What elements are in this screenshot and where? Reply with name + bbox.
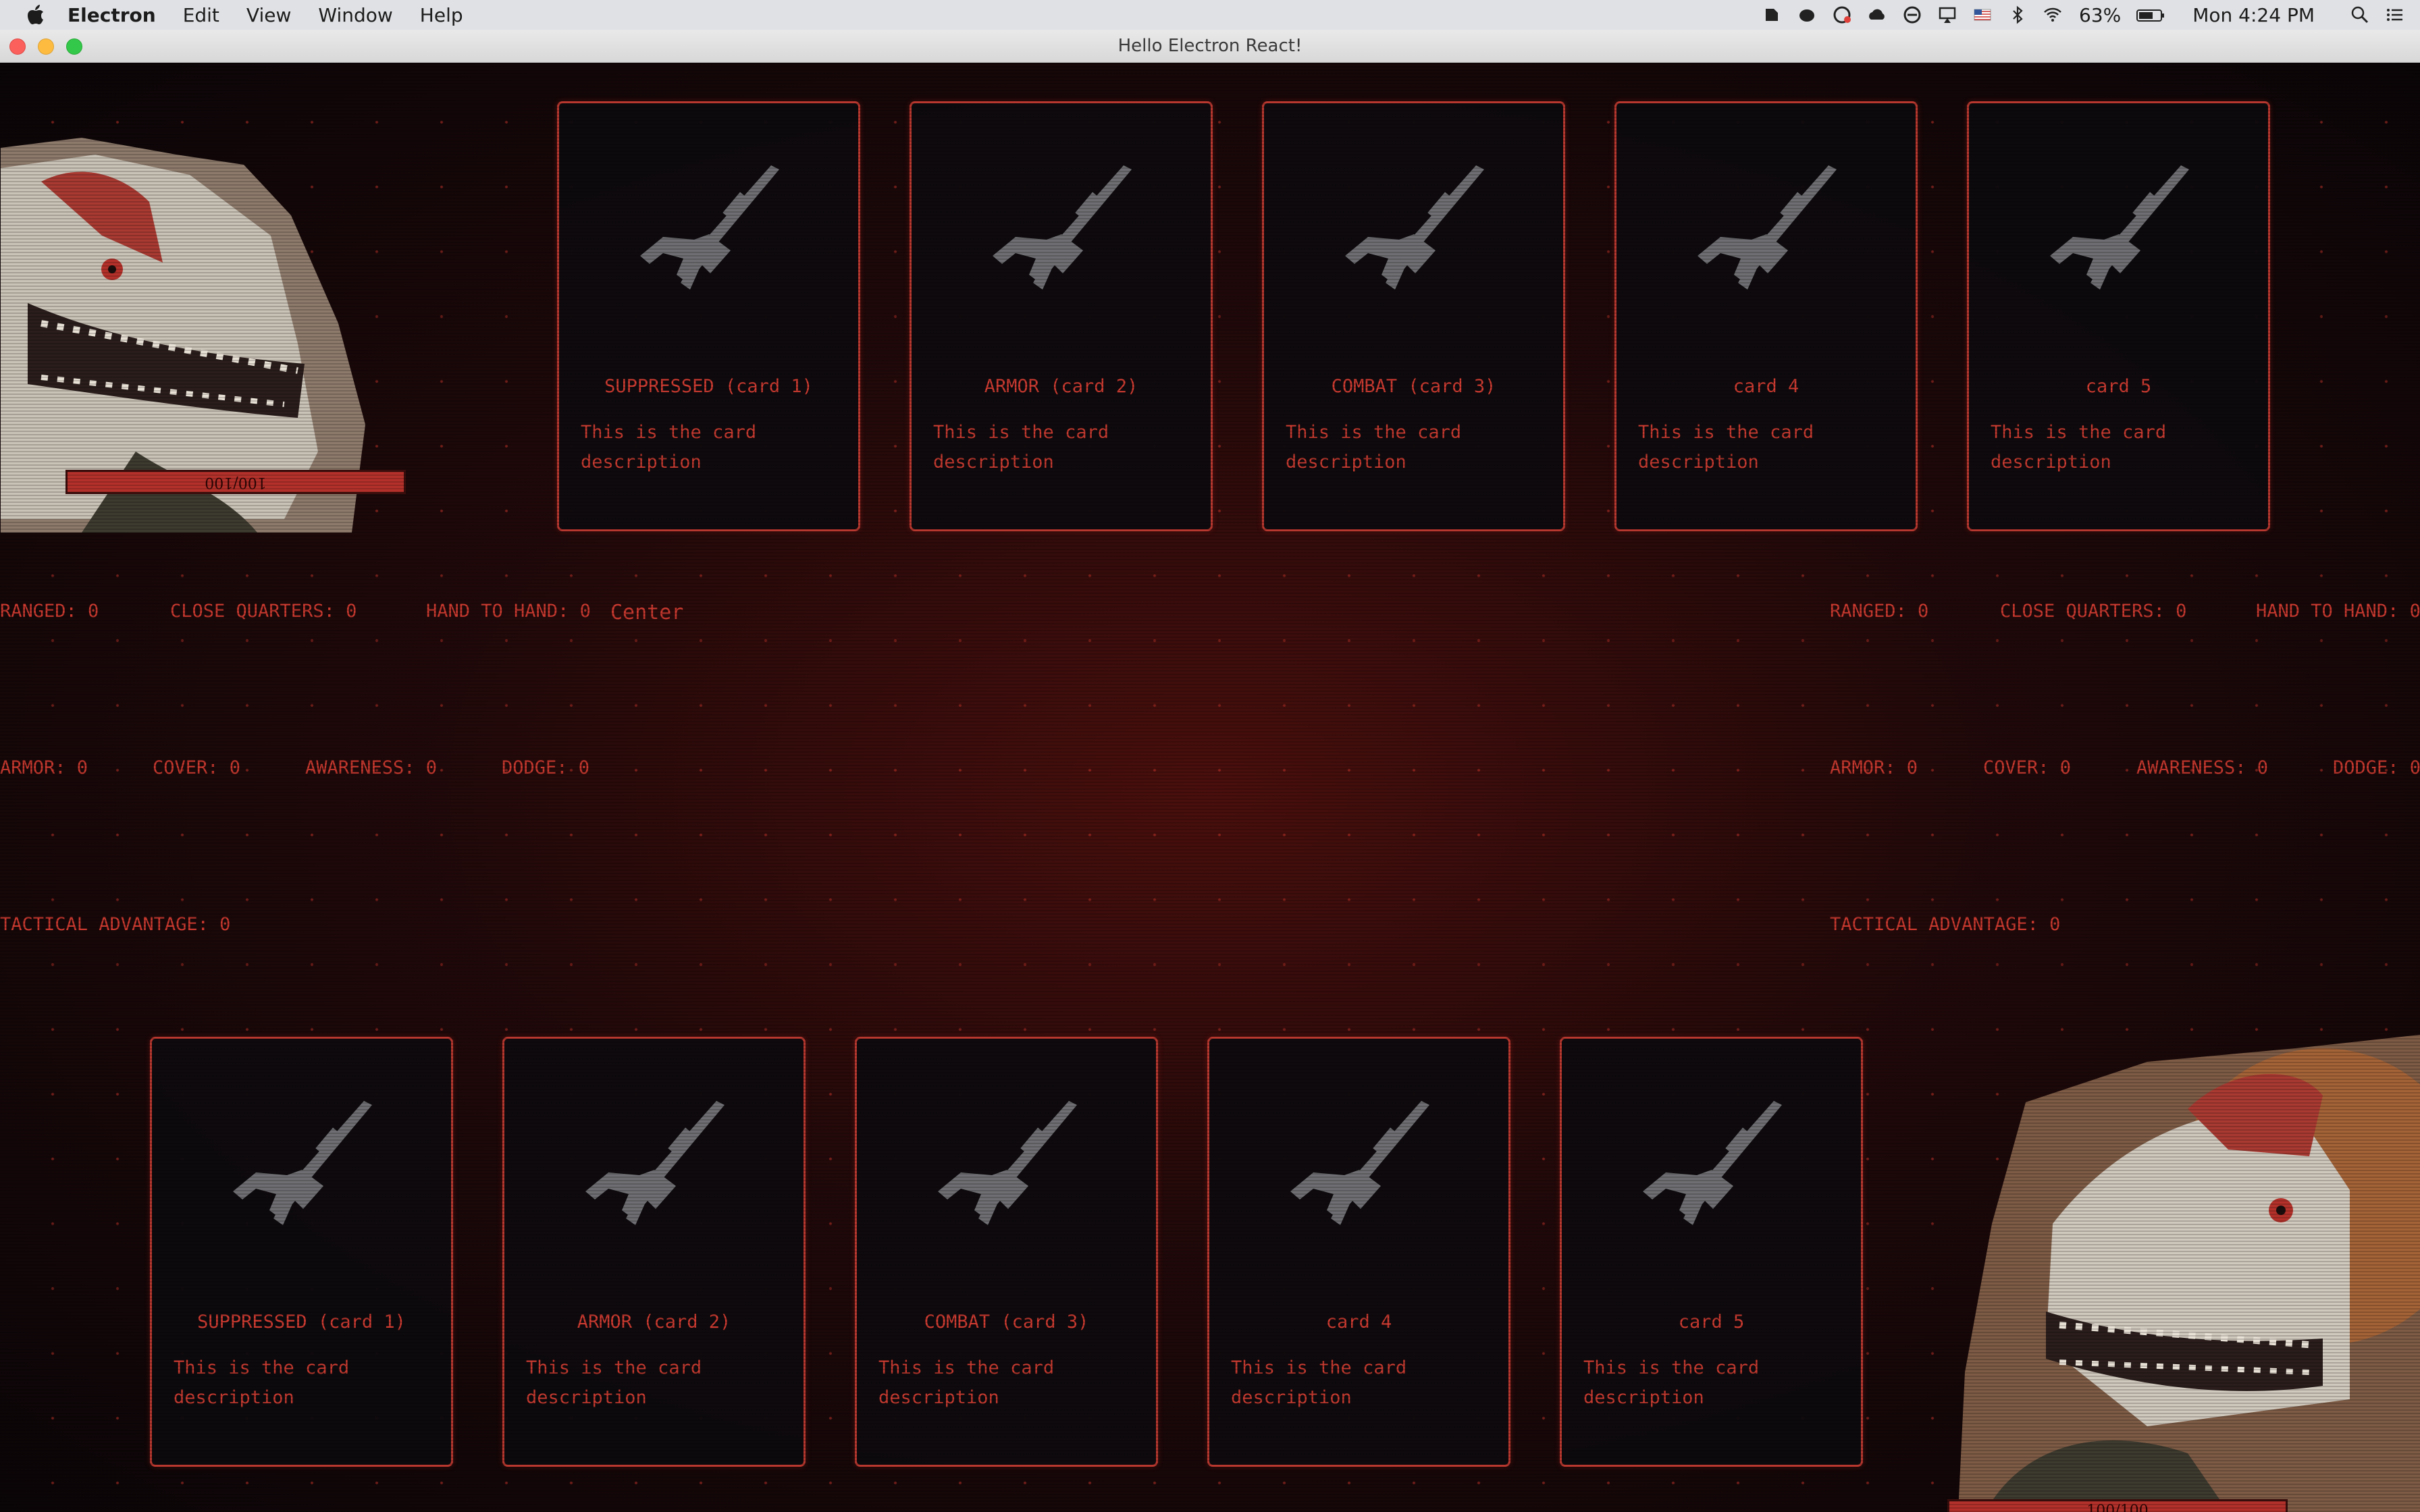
menu-app-electron[interactable]: Electron (68, 4, 156, 26)
player-stat-ranged: RANGED: 0 (0, 601, 99, 622)
player-card-1[interactable]: SUPPRESSED (card 1) This is the card des… (557, 101, 860, 531)
enemy-card-1[interactable]: SUPPRESSED (card 1) This is the card des… (150, 1037, 453, 1467)
card-title: SUPPRESSED (card 1) (197, 1312, 406, 1332)
dinosaur-soldier-portrait-icon (1, 138, 365, 533)
card-description: This is the card description (581, 422, 757, 473)
menu-window[interactable]: Window (318, 4, 392, 26)
card-title: COMBAT (card 3) (1331, 376, 1496, 397)
rifle-icon (993, 165, 1132, 290)
player-card-3[interactable]: COMBAT (card 3) This is the card descrip… (1262, 101, 1565, 531)
dinosaur-soldier-portrait-icon (1958, 1035, 2420, 1512)
battery-percent: 63% (2079, 3, 2122, 26)
rifle-icon (1698, 165, 1837, 290)
rifle-icon (2050, 165, 2189, 290)
card-description: This is the card description (878, 1357, 1055, 1408)
player-stat-awareness: AWARENESS: 0 (305, 757, 438, 778)
rifle-icon (1290, 1101, 1429, 1225)
elephant-icon[interactable] (1797, 5, 1817, 25)
apple-icon[interactable] (27, 5, 45, 25)
evernote-icon[interactable] (1762, 5, 1782, 25)
menu-help[interactable]: Help (420, 4, 463, 26)
enemy-stat-cover: COVER: 0 (1983, 757, 2072, 778)
center-label: Center (610, 601, 684, 624)
macos-menubar: Electron Edit View Window Help 63% Mon 4… (0, 0, 2420, 30)
creative-cloud-icon[interactable] (1832, 5, 1852, 25)
card-description: This is the card description (1638, 422, 1814, 473)
player-stat-close-quarters: CLOSE QUARTERS: 0 (170, 601, 357, 622)
wifi-icon[interactable] (2043, 5, 2063, 25)
window-minimize-button[interactable] (38, 38, 54, 55)
card-title: card 5 (2085, 376, 2152, 397)
card-description: This is the card description (1286, 422, 1462, 473)
enemy-portrait (1945, 1021, 2420, 1512)
us-flag-icon[interactable] (1972, 5, 1993, 25)
do-not-disturb-icon[interactable] (1902, 5, 1922, 25)
enemy-card-2[interactable]: ARMOR (card 2) This is the card descript… (502, 1037, 806, 1467)
bluetooth-icon[interactable] (2007, 5, 2028, 25)
window-title: Hello Electron React! (1117, 36, 1303, 56)
enemy-card-3[interactable]: COMBAT (card 3) This is the card descrip… (855, 1037, 1158, 1467)
menubar-tray: 63% Mon 4:24 PM (1747, 0, 2405, 30)
window-close-button[interactable] (9, 38, 26, 55)
rifle-icon (1643, 1101, 1782, 1225)
card-title: SUPPRESSED (card 1) (604, 376, 813, 397)
player-stat-dodge: DODGE: 0 (502, 757, 590, 778)
window-titlebar: Hello Electron React! (0, 30, 2420, 63)
spotlight-search-icon[interactable] (2350, 5, 2370, 25)
enemy-card-5[interactable]: card 5 This is the card description (1560, 1037, 1863, 1467)
airplay-icon[interactable] (1937, 5, 1957, 25)
game-board: 100/100 SUPPRESSED (card 1) This is the … (0, 63, 2420, 1512)
enemy-stat-armor: ARMOR: 0 (1830, 757, 1918, 778)
player-stat-cover: COVER: 0 (153, 757, 241, 778)
enemy-stat-hand-to-hand: HAND TO HAND: 0 (2256, 601, 2420, 622)
enemy-stat-close-quarters: CLOSE QUARTERS: 0 (2000, 601, 2187, 622)
card-description: This is the card description (1991, 422, 2167, 473)
card-title: card 4 (1733, 376, 1799, 397)
card-description: This is the card description (174, 1357, 350, 1408)
rifle-icon (585, 1101, 725, 1225)
menubar-clock[interactable]: Mon 4:24 PM (2192, 4, 2315, 26)
card-description: This is the card description (526, 1357, 702, 1408)
card-title: card 5 (1678, 1312, 1745, 1332)
player-card-2[interactable]: ARMOR (card 2) This is the card descript… (910, 101, 1213, 531)
battery-icon[interactable] (2136, 5, 2165, 25)
enemy-hp-bar: 100/100 (1947, 1499, 2288, 1512)
card-title: card 4 (1325, 1312, 1392, 1332)
card-description: This is the card description (933, 422, 1109, 473)
rifle-icon (938, 1101, 1077, 1225)
card-description: This is the card description (1583, 1357, 1760, 1408)
enemy-stat-dodge: DODGE: 0 (2333, 757, 2420, 778)
enemy-stat-ranged: RANGED: 0 (1830, 601, 1929, 622)
player-portrait (1, 101, 406, 533)
notification-center-icon[interactable] (2385, 5, 2405, 25)
card-title: ARMOR (card 2) (984, 376, 1138, 397)
menu-view[interactable]: View (246, 4, 291, 26)
player-stat-hand-to-hand: HAND TO HAND: 0 (426, 601, 591, 622)
rifle-icon (233, 1101, 372, 1225)
window-maximize-button[interactable] (66, 38, 82, 55)
enemy-stat-tactical-advantage: TACTICAL ADVANTAGE: 0 (1830, 914, 2061, 935)
card-title: COMBAT (card 3) (924, 1312, 1089, 1332)
rifle-icon (640, 165, 779, 290)
player-card-4[interactable]: card 4 This is the card description (1614, 101, 1918, 531)
card-title: ARMOR (card 2) (577, 1312, 731, 1332)
enemy-card-4[interactable]: card 4 This is the card description (1207, 1037, 1510, 1467)
player-card-5[interactable]: card 5 This is the card description (1967, 101, 2270, 531)
player-stat-armor: ARMOR: 0 (0, 757, 88, 778)
menu-edit[interactable]: Edit (183, 4, 219, 26)
cloud-icon[interactable] (1867, 5, 1887, 25)
enemy-stat-awareness: AWARENESS: 0 (2136, 757, 2269, 778)
player-hp-bar: 100/100 (65, 470, 406, 494)
player-stat-tactical-advantage: TACTICAL ADVANTAGE: 0 (0, 914, 231, 935)
rifle-icon (1345, 165, 1484, 290)
card-description: This is the card description (1231, 1357, 1407, 1408)
